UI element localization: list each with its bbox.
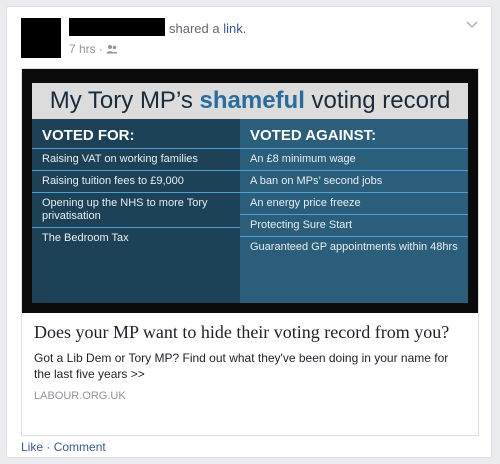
link-title[interactable]: Does your MP want to hide their voting r…	[34, 321, 466, 344]
timestamp[interactable]: 7 hrs	[69, 42, 96, 56]
link-description: Got a Lib Dem or Tory MP? Find out what …	[34, 351, 449, 381]
action-suffix: .	[242, 21, 247, 36]
link-card-body[interactable]: Does your MP want to hide their voting r…	[22, 313, 478, 410]
graphic-title-emph: shameful	[199, 87, 305, 114]
voted-against-item: A ban on MPs’ second jobs	[240, 170, 468, 192]
shared-link[interactable]: link	[223, 21, 243, 36]
voted-for-item: Raising VAT on working families	[32, 148, 240, 170]
feed-post: shared a link. 7 hrs · My Tory MP’s sham…	[6, 6, 492, 458]
graphic-title: My Tory MP’s shameful voting record	[32, 83, 468, 119]
avatar[interactable]	[21, 18, 61, 58]
actions-separator: ·	[43, 440, 54, 454]
voted-against-item: Protecting Sure Start	[240, 214, 468, 236]
voted-against-column: VOTED AGAINST: An £8 minimum wage A ban …	[240, 119, 468, 303]
graphic-title-part2: voting record	[304, 87, 451, 114]
voted-against-item: An energy price freeze	[240, 192, 468, 214]
voted-against-item: An £8 minimum wage	[240, 148, 468, 170]
post-action-text: shared a link.	[169, 21, 246, 36]
action-prefix: shared a	[169, 21, 224, 36]
voted-for-heading: VOTED FOR:	[42, 127, 135, 144]
post-actions: Like · Comment	[21, 440, 106, 454]
link-domain: LABOUR.ORG.UK	[34, 390, 126, 402]
like-button[interactable]: Like	[21, 440, 43, 454]
friends-icon[interactable]	[106, 44, 118, 54]
voted-against-item: Guaranteed GP appointments within 48hrs	[240, 236, 468, 258]
link-card[interactable]: My Tory MP’s shameful voting record VOTE…	[21, 68, 479, 436]
graphic-title-part1: My Tory MP’s	[49, 87, 200, 114]
meta-separator: ·	[98, 42, 103, 56]
voted-for-item: Opening up the NHS to more Tory privatis…	[32, 192, 240, 227]
voted-against-heading: VOTED AGAINST:	[250, 127, 377, 144]
post-meta: 7 hrs ·	[69, 42, 118, 56]
voted-for-item: The Bedroom Tax	[32, 227, 240, 249]
voted-for-item: Raising tuition fees to £9,000	[32, 170, 240, 192]
chevron-down-icon[interactable]	[465, 17, 479, 31]
voted-for-column: VOTED FOR: Raising VAT on working famili…	[32, 119, 240, 303]
comment-button[interactable]: Comment	[54, 440, 106, 454]
author-name-redacted[interactable]	[69, 18, 165, 36]
link-preview-image[interactable]: My Tory MP’s shameful voting record VOTE…	[22, 69, 478, 313]
